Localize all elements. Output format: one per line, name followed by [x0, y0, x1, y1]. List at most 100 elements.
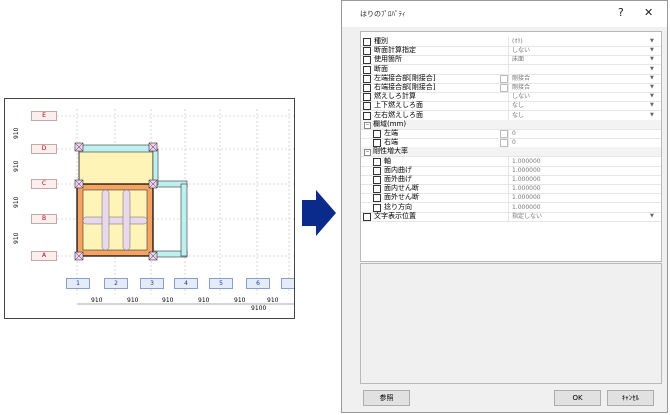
- cancel-button[interactable]: ｷｬﾝｾﾙ: [607, 390, 654, 406]
- row-label-C[interactable]: C: [31, 179, 57, 189]
- property-checkbox[interactable]: [363, 84, 371, 92]
- property-checkbox[interactable]: [363, 212, 371, 221]
- collapse-icon[interactable]: −: [364, 121, 371, 129]
- property-value[interactable]: 床面: [512, 55, 524, 64]
- beam-mid-upper: [152, 148, 159, 186]
- close-icon[interactable]: ✕: [644, 6, 653, 19]
- row-label-D[interactable]: D: [31, 144, 57, 154]
- property-grid[interactable]: 種別 (ｵﾘ) ▼ 断面計算指定 しない ▼ 使用箇所 床面 ▼ 断面 ▼ 左端接合部[剛接合] 剛接合…: [360, 31, 662, 262]
- dropdown-arrow-icon[interactable]: ▼: [650, 55, 654, 64]
- property-checkbox[interactable]: [363, 56, 371, 65]
- help-icon[interactable]: ?: [618, 6, 624, 19]
- property-value[interactable]: 1.000000: [512, 175, 541, 184]
- property-checkbox[interactable]: [373, 185, 381, 194]
- property-checkbox[interactable]: [363, 111, 371, 120]
- property-value[interactable]: 0: [512, 129, 516, 138]
- column-divider: [508, 184, 509, 194]
- collapse-icon[interactable]: −: [364, 149, 371, 157]
- value-checkbox[interactable]: [500, 139, 508, 148]
- value-checkbox[interactable]: [500, 74, 508, 83]
- description-pane: [360, 263, 662, 384]
- dropdown-arrow-icon[interactable]: ▼: [650, 83, 654, 92]
- property-value[interactable]: なし: [512, 111, 524, 120]
- property-checkbox[interactable]: [373, 139, 381, 148]
- property-row[interactable]: 文字表示位置 指定しない ▼: [361, 211, 661, 222]
- property-value[interactable]: (ｵﾘ): [512, 37, 523, 46]
- col-label-6[interactable]: 6: [246, 278, 270, 289]
- row-label-A[interactable]: A: [31, 251, 57, 261]
- property-value[interactable]: 剛接合: [512, 74, 530, 83]
- column-divider: [508, 55, 509, 65]
- property-checkbox[interactable]: [373, 194, 381, 203]
- property-checkbox[interactable]: [363, 65, 371, 74]
- beam-right-side: [180, 183, 188, 257]
- property-value[interactable]: 0: [512, 138, 516, 147]
- property-checkbox[interactable]: [373, 157, 381, 166]
- dropdown-arrow-icon[interactable]: ▼: [650, 46, 654, 55]
- property-checkbox[interactable]: [363, 102, 371, 111]
- property-checkbox[interactable]: [373, 130, 381, 138]
- property-label: 面外せん断: [384, 193, 419, 202]
- row-dim: 910: [13, 232, 20, 244]
- property-value[interactable]: しない: [512, 46, 530, 55]
- col-dim: 910: [234, 297, 246, 304]
- col-label-4[interactable]: 4: [174, 278, 198, 289]
- column-divider: [508, 92, 509, 102]
- property-checkbox[interactable]: [373, 203, 381, 212]
- dropdown-arrow-icon[interactable]: ▼: [650, 212, 654, 221]
- column-divider: [508, 175, 509, 184]
- row-dim: 910: [13, 196, 20, 208]
- property-label: 捻り方向: [384, 202, 412, 211]
- floor-beam-horizontal: [82, 216, 148, 225]
- property-label: 面内曲げ: [384, 165, 412, 174]
- reference-button[interactable]: 参照: [363, 390, 410, 406]
- property-checkbox[interactable]: [363, 38, 371, 46]
- property-value[interactable]: 剛接合: [512, 83, 530, 92]
- property-value[interactable]: なし: [512, 101, 524, 110]
- dropdown-arrow-icon[interactable]: ▼: [650, 37, 654, 46]
- dropdown-arrow-icon[interactable]: ▼: [650, 92, 654, 101]
- col-label-3[interactable]: 3: [140, 278, 164, 289]
- col-label-7[interactable]: [281, 278, 294, 289]
- property-value[interactable]: 1.000000: [512, 184, 541, 193]
- col-label-1[interactable]: 1: [66, 278, 90, 289]
- property-checkbox[interactable]: [363, 93, 371, 102]
- value-checkbox[interactable]: [500, 84, 508, 92]
- row-label-E[interactable]: E: [31, 111, 57, 121]
- property-label: 左端接合部[剛接合]: [374, 73, 436, 82]
- property-checkbox[interactable]: [373, 176, 381, 184]
- ok-button[interactable]: OK: [554, 390, 601, 406]
- dialog-titlebar: はりのﾌﾟﾛﾊﾟﾃｨ ? ✕: [342, 1, 667, 27]
- property-value[interactable]: 1.000000: [512, 157, 541, 166]
- property-value[interactable]: しない: [512, 92, 530, 101]
- floor-beam-vertical-1: [101, 189, 110, 251]
- dropdown-arrow-icon[interactable]: ▼: [650, 101, 654, 110]
- property-value[interactable]: 1.000000: [512, 203, 541, 212]
- property-label: 左右燃えしろ面: [374, 110, 423, 119]
- property-value[interactable]: 指定しない: [512, 212, 542, 221]
- column-divider: [508, 129, 509, 138]
- dropdown-arrow-icon[interactable]: ▼: [650, 74, 654, 83]
- column-divider: [508, 101, 509, 111]
- dropdown-arrow-icon[interactable]: ▼: [650, 111, 654, 120]
- row-label-B[interactable]: B: [31, 214, 57, 224]
- property-value[interactable]: 1.000000: [512, 166, 541, 175]
- cad-drawing-panel[interactable]: E D C B A 910 910 910 910 1 2 3 4 5 6 91…: [4, 98, 295, 319]
- property-label: 種別: [374, 37, 388, 45]
- col-label-2[interactable]: 2: [104, 278, 128, 289]
- property-value[interactable]: 1.000000: [512, 193, 541, 202]
- column-divider: [508, 211, 509, 221]
- property-checkbox[interactable]: [373, 166, 381, 175]
- value-checkbox[interactable]: [500, 130, 508, 138]
- column-divider: [508, 64, 509, 74]
- property-checkbox[interactable]: [363, 74, 371, 83]
- property-label: 右端: [384, 138, 398, 147]
- dropdown-arrow-icon[interactable]: ▼: [650, 65, 654, 74]
- property-label: 断面計算指定: [374, 46, 416, 55]
- property-label: 燃えしろ計算: [374, 92, 416, 101]
- col-label-5[interactable]: 5: [209, 278, 233, 289]
- upper-bay: [78, 146, 154, 186]
- col-dim: 910: [198, 297, 210, 304]
- property-checkbox[interactable]: [363, 47, 371, 56]
- col-dim: 910: [91, 297, 103, 304]
